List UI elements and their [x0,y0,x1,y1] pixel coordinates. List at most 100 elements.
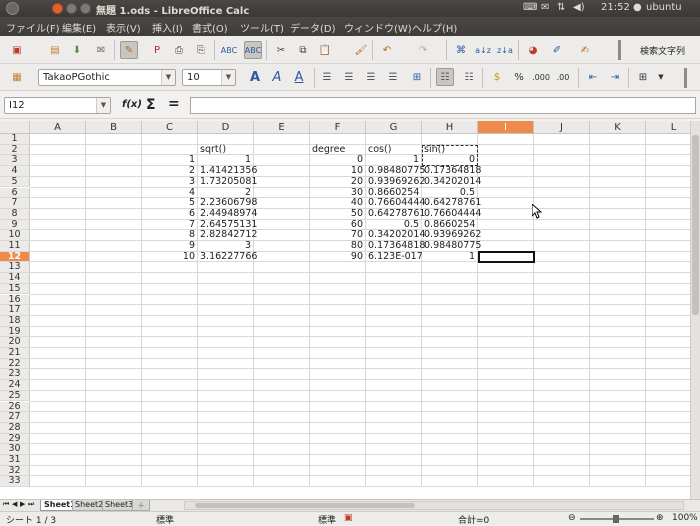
formula-input[interactable] [190,97,696,114]
row-header[interactable]: 28 [0,422,30,434]
menu-edit[interactable]: 編集(E) [62,20,96,35]
vertical-scrollbar[interactable] [690,121,700,499]
align-left-icon[interactable]: ☰ [318,68,336,86]
row-header[interactable]: 18 [0,315,30,327]
cell-f12[interactable]: 90 [310,251,365,263]
zoom-in-icon[interactable]: ⊕ [656,513,664,523]
user-icon[interactable]: ● [633,2,642,13]
hyperlink-icon[interactable]: ⌘ [452,41,470,59]
cell-c12[interactable]: 10 [142,251,197,263]
currency-icon[interactable]: $ [488,68,506,86]
percent-icon[interactable]: % [510,68,528,86]
chevron-down-icon[interactable]: ▼ [652,68,670,86]
maximize-window-button[interactable] [80,3,91,14]
cell-d5[interactable]: 1.73205081 [198,176,257,188]
export-pdf-icon[interactable]: P [148,41,166,59]
merge-cells-icon[interactable]: ⊞ [408,68,426,86]
number-format-icon[interactable]: .000 [532,68,550,86]
network-icon[interactable]: ⇅ [557,2,565,13]
last-sheet-icon[interactable]: ⏭ [28,500,34,509]
column-header-c[interactable]: C [142,121,198,134]
add-sheet-icon[interactable]: ＋ [132,500,150,511]
search-label[interactable]: 検索文字列 [640,44,685,57]
print-icon[interactable]: ⎙ [170,41,188,59]
row-header[interactable]: 5 [0,176,30,188]
undo-icon[interactable]: ↶ [378,41,396,59]
cell-h5[interactable]: 0.34202014 [422,176,481,188]
menu-window[interactable]: ウィンドウ(W) [344,20,412,35]
hscroll-thumb[interactable] [195,503,415,508]
email-icon[interactable]: ✉ [92,41,110,59]
edit-file-icon[interactable]: ✎ [120,41,138,59]
cut-icon[interactable]: ✂ [272,41,290,59]
cell-g8[interactable]: 0.64278761 [366,208,425,220]
menu-view[interactable]: 表示(V) [106,20,141,35]
column-header-e[interactable]: E [254,121,310,134]
menu-tools[interactable]: ツール(T) [240,20,284,35]
chevron-down-icon[interactable]: ▼ [96,98,110,113]
bold-icon[interactable]: A [246,68,264,86]
font-name-combo[interactable]: TakaoPGothic ▼ [38,69,176,86]
navigator-icon[interactable]: ✍ [576,41,594,59]
cell-h12[interactable]: 1 [422,251,477,263]
increase-indent-icon[interactable]: ⇥ [606,68,624,86]
copy-icon[interactable]: ⧉ [294,41,312,59]
align-top-icon[interactable]: ☷ [460,68,478,86]
menu-format[interactable]: 書式(O) [192,20,228,35]
italic-icon[interactable]: A [268,68,286,86]
row-header[interactable]: 8 [0,208,30,220]
name-box[interactable]: I12 ▼ [4,97,111,114]
menu-data[interactable]: データ(D) [290,20,336,35]
clone-format-icon[interactable]: 🖌 [352,41,370,59]
styles-icon[interactable]: ▦ [8,68,26,86]
scroll-thumb[interactable] [692,135,699,315]
menu-insert[interactable]: 挿入(I) [152,20,183,35]
cell-c5[interactable]: 3 [142,176,197,188]
new-document-icon[interactable]: ▣ [8,41,26,59]
add-decimal-icon[interactable]: .00 [554,68,572,86]
column-header-l[interactable]: L [646,121,690,134]
cell-f8[interactable]: 50 [310,208,365,220]
selection-mode[interactable]: 標準 [318,513,336,526]
zoom-slider[interactable] [580,515,654,523]
column-header-d[interactable]: D [198,121,254,134]
spreadsheet-grid[interactable]: A B C D E F G H I J K L 1 2 3 4 5 6 7 8 9 10 11 12 13 14 15 16 17 18 1… [0,121,690,499]
column-header-k[interactable]: K [590,121,646,134]
wrap-text-icon[interactable]: ☷ [436,68,454,86]
ubuntu-logo-icon[interactable] [6,2,19,15]
clock[interactable]: 21:52 [601,2,630,13]
first-sheet-icon[interactable]: ⏮ [3,500,9,509]
zoom-level[interactable]: 100% [672,513,698,523]
paste-icon[interactable]: 📋 [316,41,334,59]
column-header-f[interactable]: F [310,121,366,134]
cell-d12[interactable]: 3.16227766 [198,251,257,263]
sum-icon[interactable]: Σ [146,97,156,113]
decrease-indent-icon[interactable]: ⇤ [584,68,602,86]
underline-icon[interactable]: A [290,68,308,86]
mail-icon[interactable]: ✉ [541,2,549,13]
align-right-icon[interactable]: ☰ [362,68,380,86]
open-folder-icon[interactable]: ▤ [46,41,64,59]
column-header-h[interactable]: H [422,121,478,134]
column-header-i[interactable]: I [478,121,534,134]
close-window-button[interactable] [52,3,63,14]
column-header-a[interactable]: A [30,121,86,134]
redo-icon[interactable]: ↷ [414,41,432,59]
horizontal-scrollbar[interactable] [184,501,684,510]
row-header[interactable]: 15 [0,283,30,295]
function-wizard-icon[interactable]: f(x) [122,99,142,110]
print-preview-icon[interactable]: ⎘ [192,41,210,59]
save-icon[interactable]: ⬇ [68,41,86,59]
menu-help[interactable]: ヘルプ(H) [412,20,457,35]
user-name[interactable]: ubuntu [646,2,682,13]
zoom-slider-thumb[interactable] [613,515,619,523]
align-center-icon[interactable]: ☰ [340,68,358,86]
cell-d8[interactable]: 2.44948974 [198,208,257,220]
spellcheck-icon[interactable]: ABC [220,41,238,59]
column-header-g[interactable]: G [366,121,422,134]
chart-icon[interactable]: ◕ [524,41,542,59]
column-header-b[interactable]: B [86,121,142,134]
draw-functions-icon[interactable]: ✐ [548,41,566,59]
borders-icon[interactable]: ⊞ [634,68,652,86]
column-header-j[interactable]: J [534,121,590,134]
